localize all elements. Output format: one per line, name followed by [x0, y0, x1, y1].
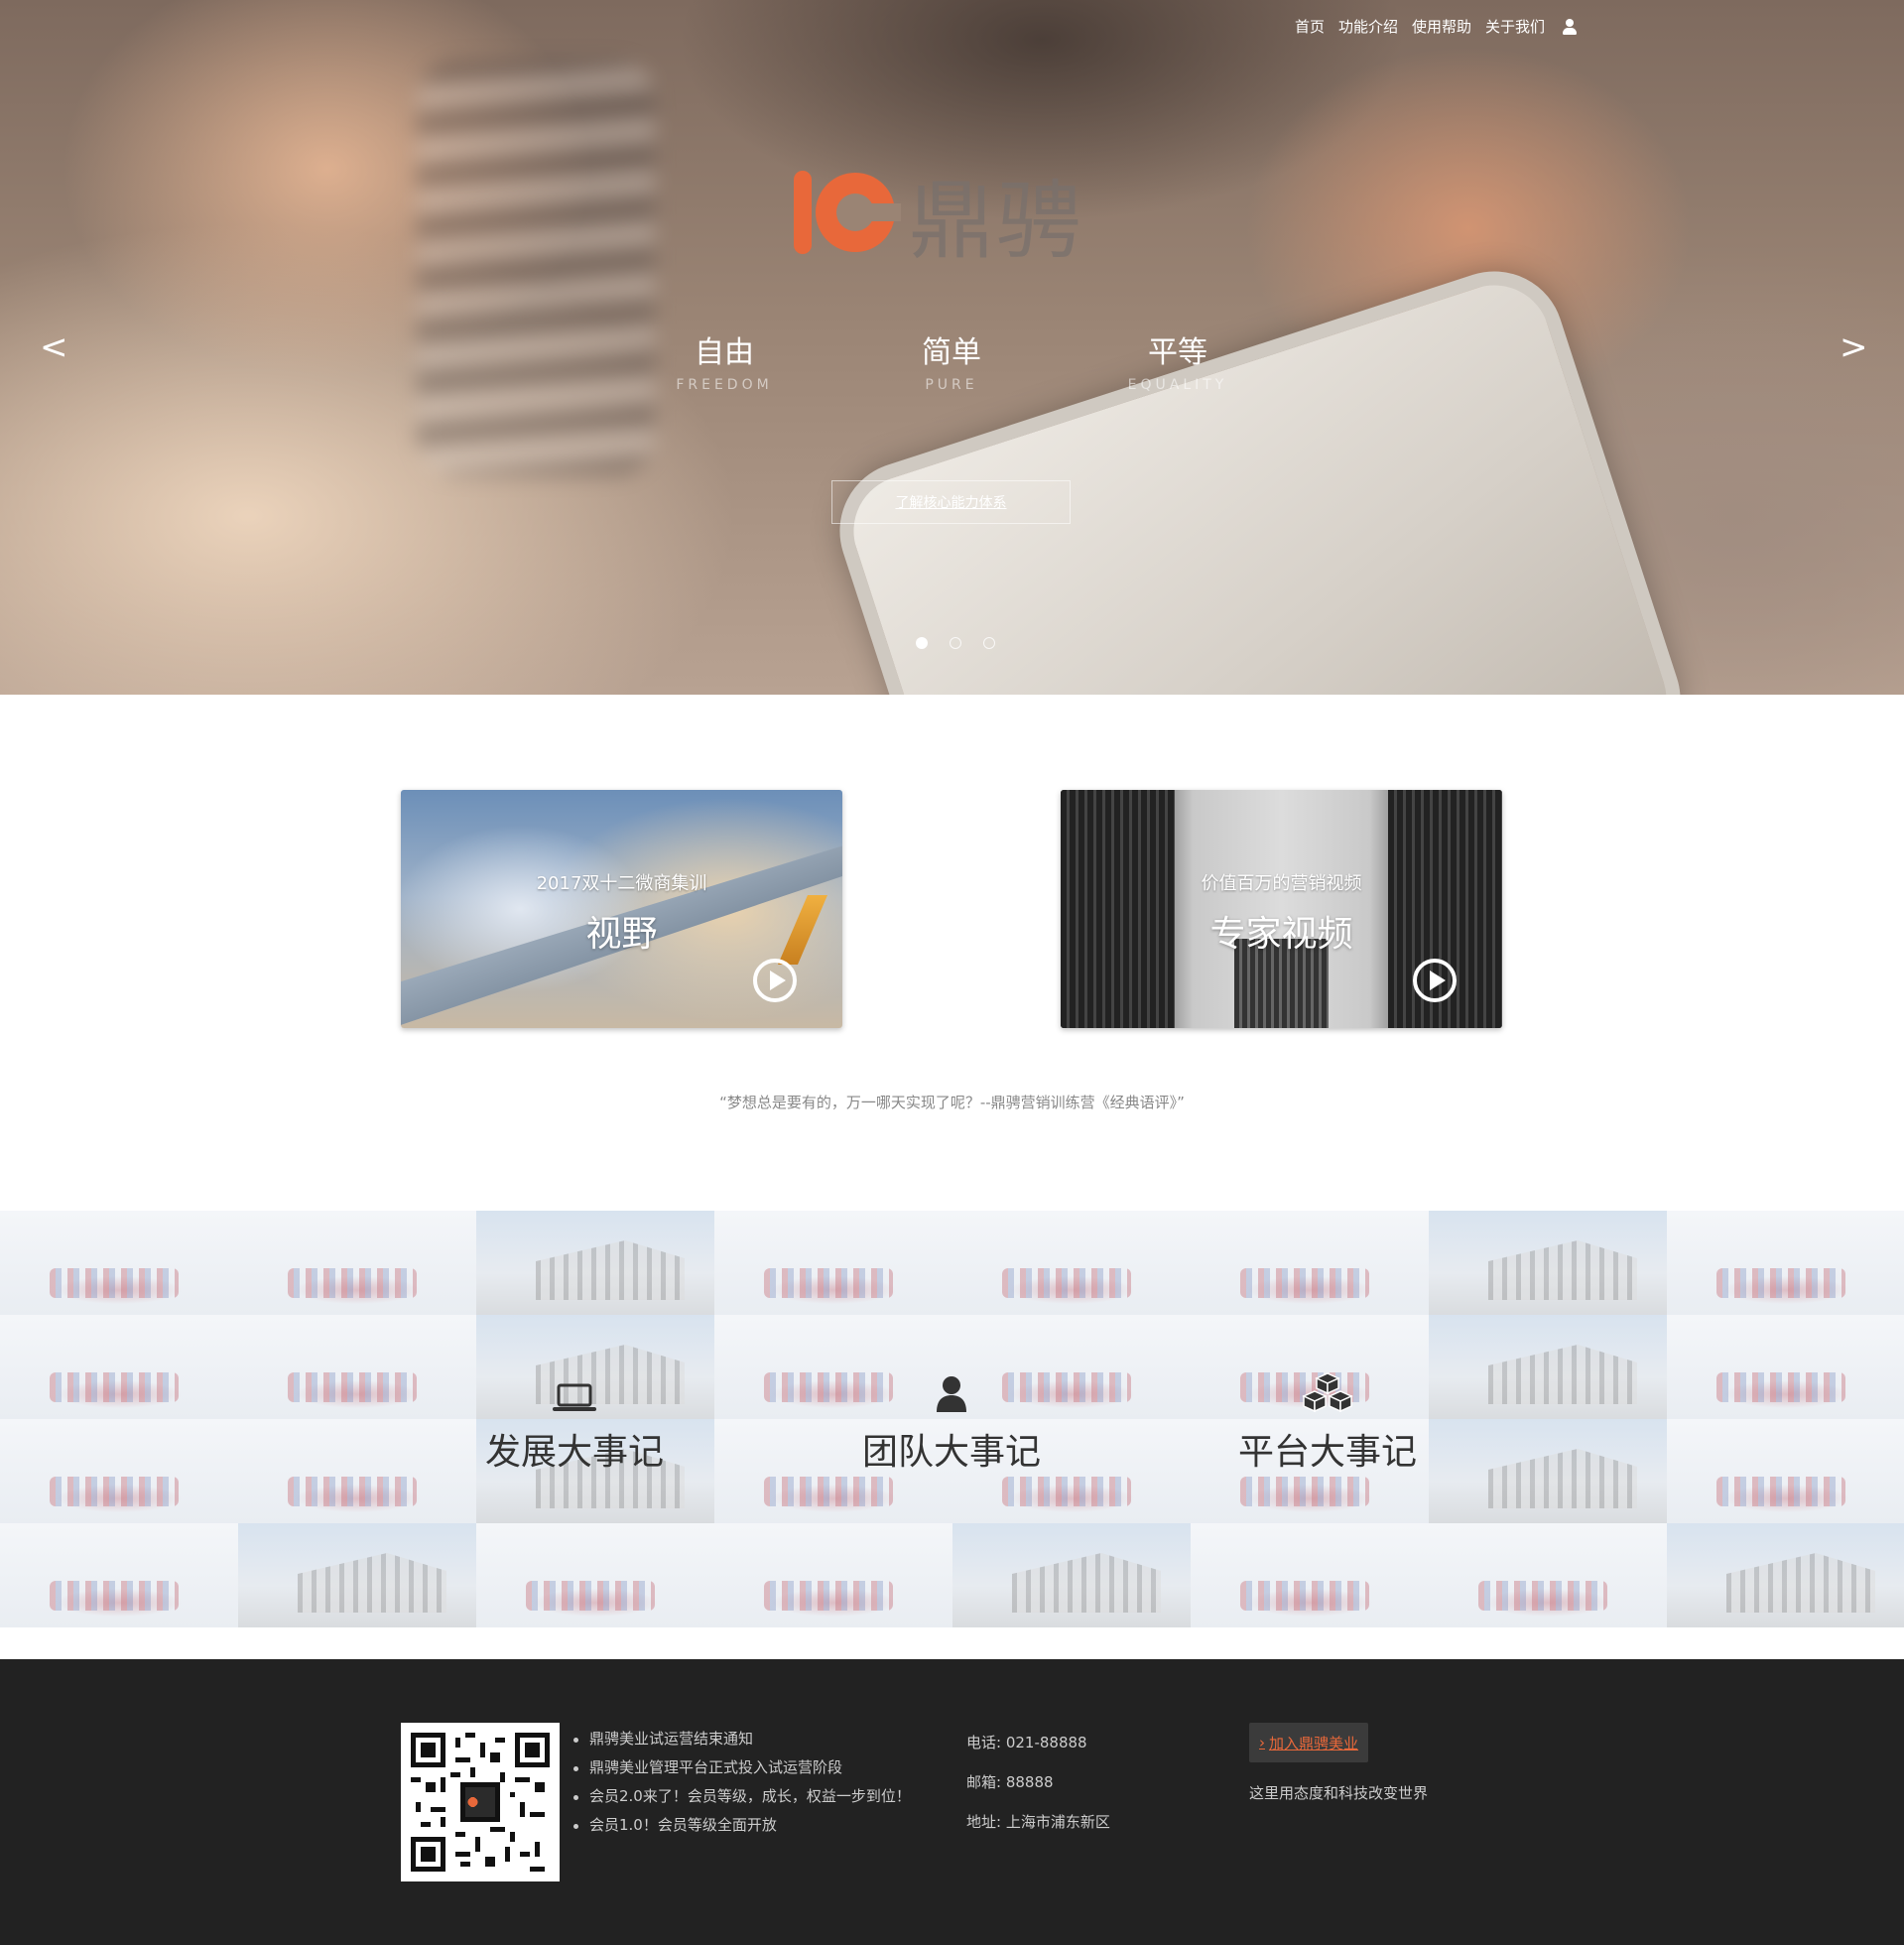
- qr-code: [401, 1723, 560, 1881]
- card-headline: 专家视频: [1209, 914, 1353, 955]
- carousel-indicators: [916, 637, 995, 649]
- hero-background-phone: [822, 253, 1699, 695]
- milestone-label: 团队大事记: [861, 1432, 1041, 1473]
- pillar-pure: 简单 PURE: [872, 327, 1031, 393]
- contact-info: 电话: 021-88888 邮箱: 88888 地址: 上海市浦东新区: [966, 1723, 1110, 1842]
- background-tile: [0, 1211, 238, 1315]
- user-icon: [832, 1369, 1071, 1413]
- footer: [0, 1659, 1904, 1945]
- video-card-expert[interactable]: 价值百万的营销视频 专家视频: [1061, 790, 1502, 1028]
- card-title: 2017双十二微商集训: [536, 873, 707, 894]
- join-label: 加入鼎骋美业: [1269, 1734, 1359, 1752]
- news-item[interactable]: 会员1.0！会员等级全面开放: [573, 1811, 911, 1840]
- background-tile: [1429, 1523, 1667, 1627]
- pillar-subtitle: FREEDOM: [676, 377, 773, 393]
- background-tile: [1429, 1211, 1667, 1315]
- background-tile: [238, 1523, 476, 1627]
- background-tile: [1667, 1315, 1904, 1419]
- background-tile: [1191, 1523, 1429, 1627]
- milestone-team[interactable]: 团队大事记: [832, 1369, 1071, 1475]
- carousel-dot-2[interactable]: [950, 637, 961, 649]
- nav-help-link[interactable]: 使用帮助: [1412, 16, 1471, 37]
- footer-slogan: 这里用态度和科技改变世界: [1249, 1784, 1429, 1802]
- milestone-label: 发展大事记: [484, 1432, 664, 1473]
- laptop-icon: [455, 1369, 694, 1413]
- video-card-training[interactable]: 2017双十二微商集训 视野: [401, 790, 842, 1028]
- background-tile: [0, 1523, 238, 1627]
- card-headline: 视野: [585, 914, 658, 955]
- background-tile: [476, 1211, 714, 1315]
- background-tile: [1429, 1315, 1667, 1419]
- pillar-title: 自由: [695, 335, 754, 370]
- join-button[interactable]: › 加入鼎骋美业: [1249, 1723, 1369, 1762]
- pillar-subtitle: PURE: [925, 377, 978, 393]
- background-tile: [238, 1315, 476, 1419]
- news-item[interactable]: 鼎骋美业管理平台正式投入试运营阶段: [573, 1753, 911, 1782]
- pillar-title: 简单: [922, 335, 981, 370]
- motto-quote: “梦想总是要有的，万一哪天实现了呢？--鼎骋营销训练营《经典语评》”: [719, 1094, 1185, 1111]
- carousel-dot-3[interactable]: [983, 637, 995, 649]
- background-tile: [0, 1315, 238, 1419]
- background-tile: [1429, 1419, 1667, 1523]
- background-tile: [952, 1523, 1191, 1627]
- background-tile: [1667, 1419, 1904, 1523]
- user-icon[interactable]: [1563, 18, 1577, 35]
- news-item[interactable]: 会员2.0来了！会员等级，成长，权益一步到位！: [573, 1782, 911, 1811]
- learn-more-button[interactable]: 了解核心能力体系: [831, 480, 1071, 524]
- background-tile: [238, 1419, 476, 1523]
- news-item[interactable]: 鼎骋美业试运营结束通知: [573, 1725, 911, 1753]
- background-tile: [1191, 1211, 1429, 1315]
- hero-carousel: 首页 功能介绍 使用帮助 关于我们 鼎骋 自由 FREEDOM 简单 PURE …: [0, 0, 1904, 695]
- milestone-development[interactable]: 发展大事记: [455, 1369, 694, 1475]
- pillar-equality: 平等 EQUALITY: [1098, 327, 1257, 393]
- card-title: 价值百万的营销视频: [1201, 873, 1362, 894]
- carousel-prev-arrow[interactable]: <: [40, 327, 68, 367]
- pillar-title: 平等: [1148, 335, 1207, 370]
- play-icon[interactable]: [753, 959, 797, 1002]
- brand-logo: 鼎骋: [790, 157, 1117, 271]
- carousel-next-arrow[interactable]: >: [1840, 327, 1868, 367]
- carousel-dot-1[interactable]: [916, 637, 928, 649]
- play-icon[interactable]: [1413, 959, 1457, 1002]
- logo-mark-icon: [794, 171, 901, 254]
- background-tile: [1667, 1523, 1904, 1627]
- top-nav: 首页 功能介绍 使用帮助 关于我们: [1295, 16, 1577, 37]
- contact-phone: 电话: 021-88888: [966, 1734, 1087, 1751]
- nav-features-link[interactable]: 功能介绍: [1338, 16, 1398, 37]
- background-tile: [0, 1419, 238, 1523]
- background-tile: [714, 1211, 952, 1315]
- chevron-right-icon: ›: [1259, 1734, 1265, 1751]
- logo-text: 鼎骋: [909, 171, 1083, 271]
- nav-about-link[interactable]: 关于我们: [1485, 16, 1545, 37]
- background-tile: [476, 1523, 714, 1627]
- pillar-freedom: 自由 FREEDOM: [645, 327, 804, 393]
- nav-home-link[interactable]: 首页: [1295, 16, 1325, 37]
- milestone-platform[interactable]: 平台大事记: [1208, 1369, 1447, 1475]
- hero-background-sweater: [417, 60, 655, 476]
- milestone-label: 平台大事记: [1237, 1432, 1417, 1473]
- background-tile: [952, 1211, 1191, 1315]
- background-tile: [238, 1211, 476, 1315]
- contact-address: 地址: 上海市浦东新区: [966, 1813, 1110, 1831]
- background-tile: [1667, 1211, 1904, 1315]
- news-list: 鼎骋美业试运营结束通知 鼎骋美业管理平台正式投入试运营阶段 会员2.0来了！会员…: [573, 1725, 911, 1840]
- cubes-icon: [1208, 1369, 1447, 1413]
- contact-email: 邮箱: 88888: [966, 1773, 1054, 1791]
- pillar-subtitle: EQUALITY: [1127, 377, 1228, 393]
- background-tile: [714, 1523, 952, 1627]
